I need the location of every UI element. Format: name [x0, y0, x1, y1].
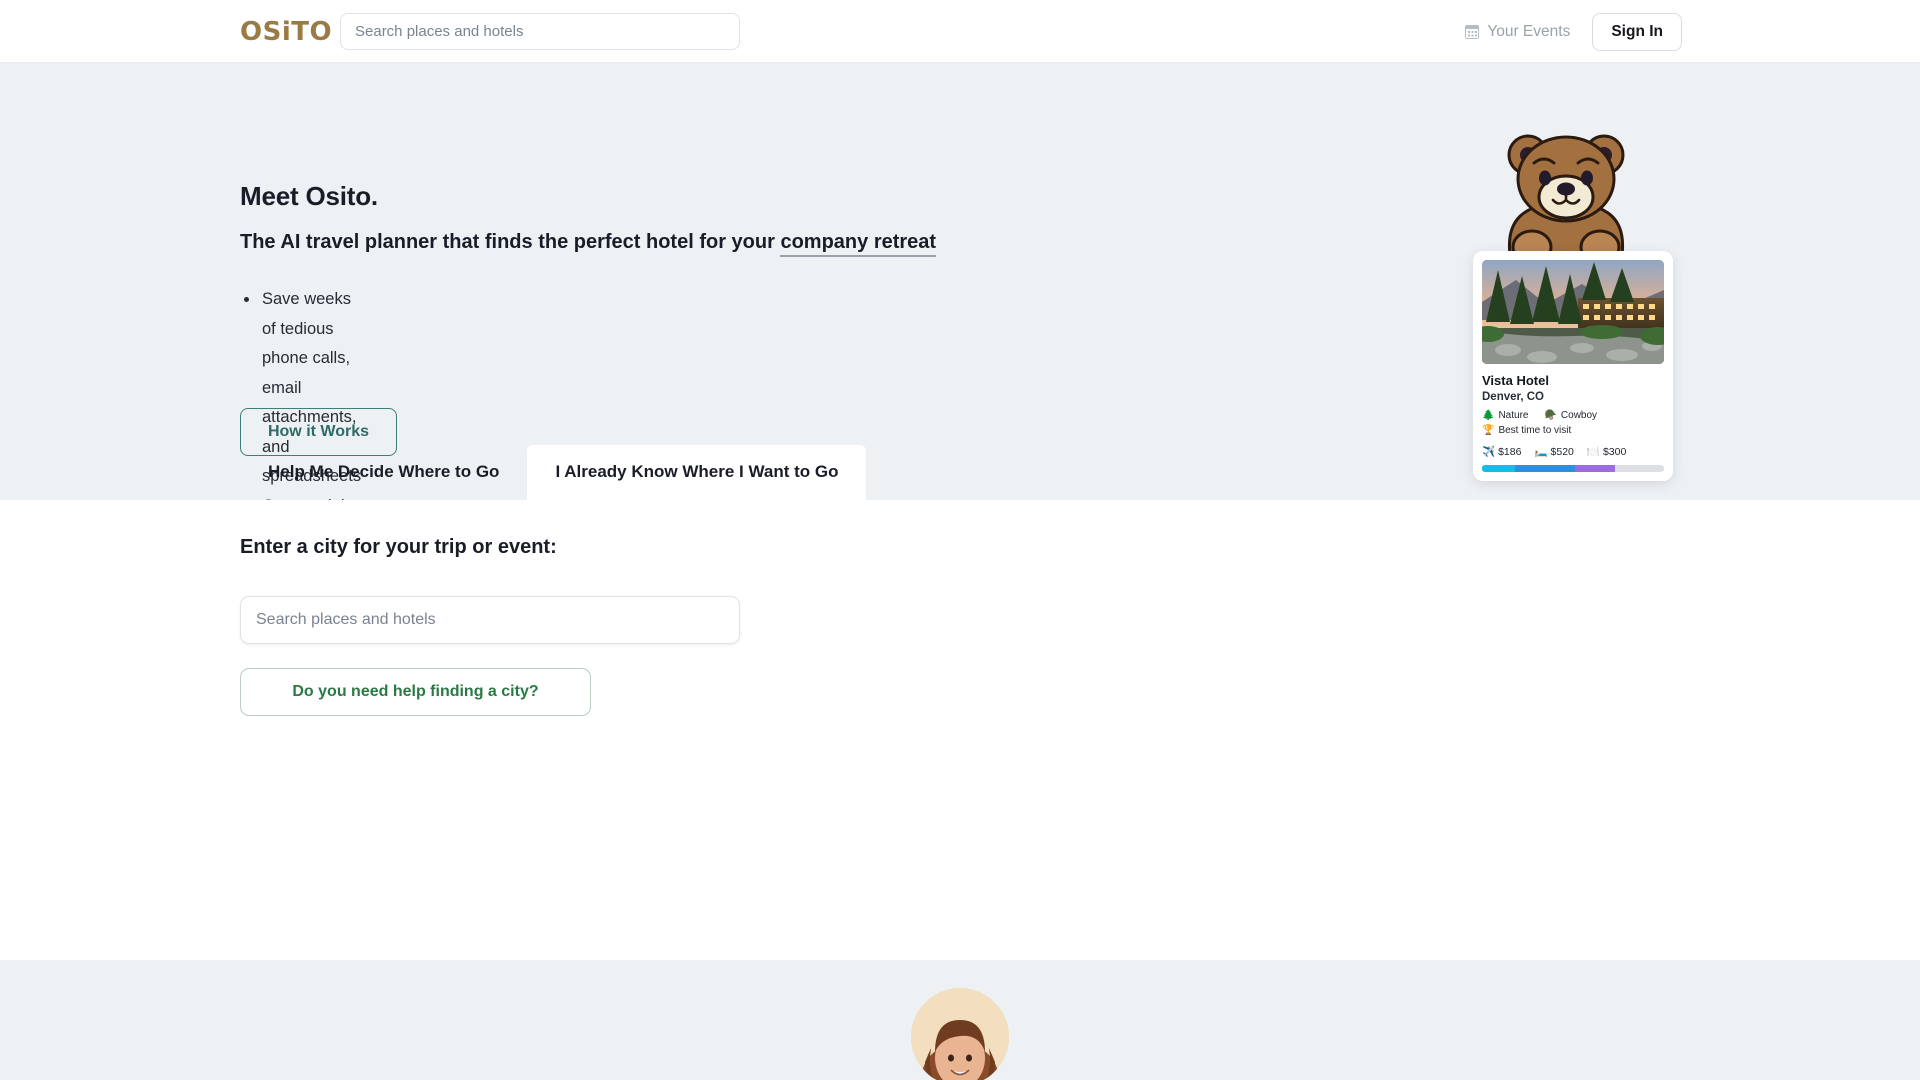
calendar-icon	[1465, 25, 1479, 39]
hotel-tag: 🌲 Nature	[1482, 410, 1528, 421]
your-events-link[interactable]: Your Events	[1465, 23, 1570, 41]
city-search-input[interactable]	[240, 596, 740, 644]
hero-subheading-prefix: The AI travel planner that finds the per…	[240, 231, 780, 253]
hotel-price-value: $520	[1551, 446, 1574, 458]
hotel-location: Denver, CO	[1482, 391, 1664, 403]
hotel-photo	[1482, 260, 1664, 364]
cost-segment-flight	[1482, 465, 1515, 472]
sign-in-button[interactable]: Sign In	[1592, 13, 1682, 51]
tab-i-already-know[interactable]: I Already Know Where I Want to Go	[527, 445, 866, 500]
cost-segment-food	[1575, 465, 1615, 472]
hotel-name: Vista Hotel	[1482, 373, 1664, 388]
flight-price: ✈️ $186	[1482, 445, 1521, 458]
header-actions: Your Events Sign In	[1465, 0, 1682, 63]
hero-subheading: The AI travel planner that finds the per…	[240, 231, 936, 254]
cowboy-hat-icon: 🪖	[1544, 410, 1556, 421]
evergreen-tree-icon: 🌲	[1482, 410, 1494, 421]
avatar	[911, 988, 1009, 1080]
tab-help-me-decide[interactable]: Help Me Decide Where to Go	[240, 445, 527, 500]
header-search-input[interactable]	[340, 13, 740, 50]
bed-icon: 🛏️	[1534, 445, 1547, 458]
cutlery-icon: 🍽️	[1587, 445, 1600, 458]
city-input-label: Enter a city for your trip or event:	[240, 536, 557, 559]
airplane-icon: ✈️	[1482, 445, 1495, 458]
site-header: OSiTO Your Events Sign In	[0, 0, 1920, 63]
food-price: 🍽️ $300	[1587, 445, 1626, 458]
cost-breakdown-bar	[1482, 465, 1664, 472]
flight-price-value: $186	[1498, 446, 1521, 458]
hotel-tag: 🏆 Best time to visit	[1482, 425, 1571, 436]
cost-segment-hotel	[1515, 465, 1575, 472]
bear-mascot-icon	[1492, 123, 1640, 268]
hero-section: Meet Osito. The AI travel planner that f…	[0, 63, 1920, 500]
osito-logo[interactable]: OSiTO	[240, 17, 332, 47]
hotel-price-row: ✈️ $186 🛏️ $520 🍽️ $300	[1482, 445, 1664, 458]
page-title: Meet Osito.	[240, 181, 378, 212]
hotel-price: 🛏️ $520	[1534, 445, 1573, 458]
hotel-tags-row-1: 🌲 Nature 🪖 Cowboy	[1482, 410, 1664, 421]
your-events-label: Your Events	[1487, 23, 1570, 41]
hotel-tag-label: Cowboy	[1561, 410, 1597, 421]
hotel-tags-row-2: 🏆 Best time to visit	[1482, 425, 1664, 436]
food-price-value: $300	[1603, 446, 1626, 458]
hotel-tag-label: Best time to visit	[1498, 425, 1571, 436]
need-help-finding-city-button[interactable]: Do you need help finding a city?	[240, 668, 591, 716]
mode-tabs: Help Me Decide Where to Go I Already Kno…	[240, 445, 866, 500]
hotel-tag-label: Nature	[1498, 410, 1528, 421]
hotel-tag: 🪖 Cowboy	[1544, 410, 1597, 421]
hero-subheading-highlight[interactable]: company retreat	[780, 231, 936, 257]
trophy-icon: 🏆	[1482, 425, 1494, 436]
hotel-preview-card[interactable]: Vista Hotel Denver, CO 🌲 Nature 🪖 Cowboy…	[1473, 251, 1673, 481]
testimonial-section	[0, 960, 1920, 1080]
search-form-section: Enter a city for your trip or event: Do …	[0, 500, 1920, 960]
